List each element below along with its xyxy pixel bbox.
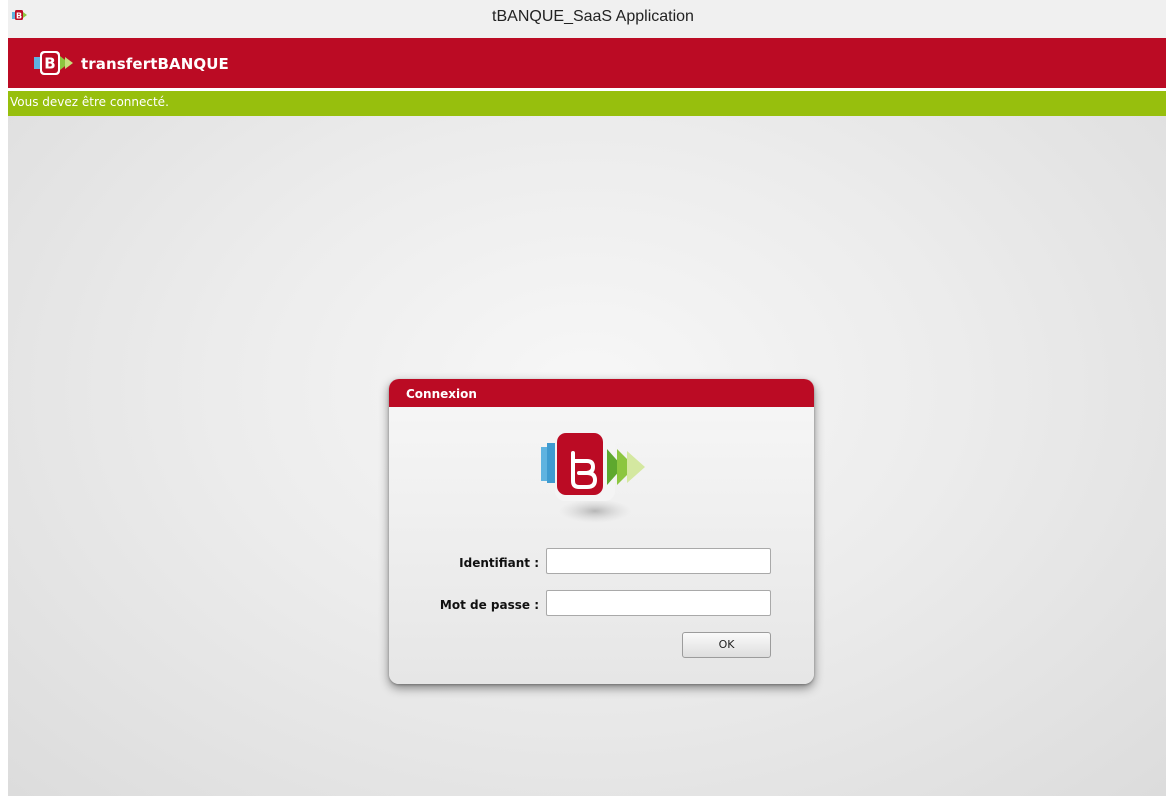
login-dialog: Connexion Identifiant : Mot de passe : O…	[389, 379, 814, 684]
dialog-header: Connexion	[389, 379, 814, 407]
status-message: Vous devez être connecté.	[10, 95, 169, 109]
application-window: B tBANQUE_SaaS Application B transfertBA…	[8, 0, 1166, 796]
transfertbanque-logo-icon: B	[34, 51, 73, 75]
status-bar: Vous devez être connecté.	[8, 91, 1166, 116]
transfertbanque-large-logo-icon	[541, 423, 645, 523]
password-input[interactable]	[546, 590, 771, 616]
ok-button[interactable]: OK	[682, 632, 771, 658]
title-bar: B tBANQUE_SaaS Application	[8, 0, 1166, 38]
dialog-title: Connexion	[406, 387, 477, 401]
brand-name: transfertBANQUE	[81, 55, 229, 73]
brand-header: B transfertBANQUE	[8, 38, 1166, 88]
window-title: tBANQUE_SaaS Application	[492, 8, 694, 25]
password-label: Mot de passe :	[439, 598, 539, 612]
username-input[interactable]	[546, 548, 771, 574]
svg-text:B: B	[44, 55, 55, 73]
username-label: Identifiant :	[459, 556, 539, 570]
